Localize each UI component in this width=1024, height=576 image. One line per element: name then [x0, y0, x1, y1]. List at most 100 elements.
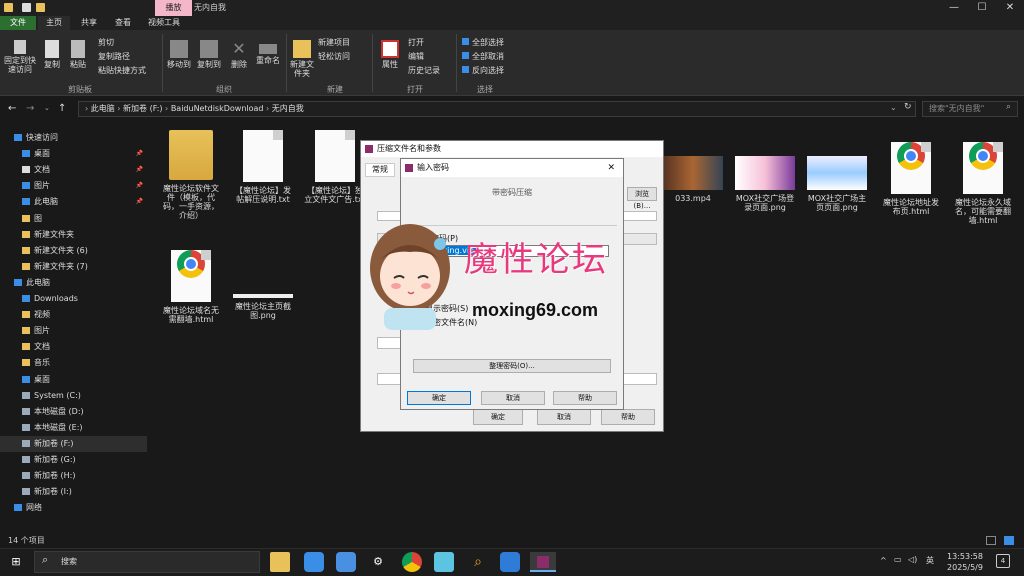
nav-item[interactable]: Downloads — [0, 291, 147, 307]
new-folder-icon[interactable] — [36, 3, 45, 12]
minimize-button[interactable]: — — [940, 0, 968, 16]
back-arrow-icon[interactable]: ← — [8, 103, 16, 114]
close-button[interactable]: ✕ — [996, 0, 1024, 16]
password-ok-button[interactable]: 确定 — [407, 391, 471, 405]
tab-general[interactable]: 常规 — [365, 163, 395, 177]
baidu-netdisk-icon[interactable] — [500, 552, 520, 572]
taskbar-search-box[interactable]: 搜索 — [34, 551, 260, 573]
edit-button[interactable]: 编辑 — [408, 52, 424, 61]
nav-item[interactable]: 图片 📌 — [0, 178, 147, 194]
nav-item[interactable]: 图 — [0, 211, 147, 227]
delete-button[interactable]: ✕ 删除 — [228, 40, 250, 70]
tray-volume-icon[interactable]: ◁) — [908, 555, 917, 564]
file-item[interactable]: 魔性论坛地址发布页.html — [880, 130, 942, 216]
file-item[interactable]: 魔性论坛主页截图.png — [232, 294, 294, 320]
tab-share[interactable]: 共享 — [74, 16, 104, 30]
password-help-button[interactable]: 帮助 — [553, 391, 617, 405]
breadcrumb-item[interactable]: 无内自我 — [272, 104, 304, 113]
forward-arrow-icon[interactable]: → — [26, 103, 34, 114]
chevron-down-icon[interactable]: ⌄ — [890, 103, 897, 112]
notification-center-button[interactable]: 4 — [996, 554, 1010, 568]
start-button[interactable]: ⊞ — [6, 552, 26, 572]
file-item[interactable]: 033.mp4 — [662, 156, 724, 203]
file-item[interactable]: MOX社交广场主页页面.png — [806, 156, 868, 212]
breadcrumb-item[interactable]: 此电脑 — [91, 104, 115, 113]
nav-item[interactable]: 新加卷 (F:) — [0, 435, 147, 452]
paste-shortcut-button[interactable]: 粘贴快捷方式 — [98, 66, 146, 75]
cut-button[interactable]: 剪切 — [98, 38, 114, 47]
chrome-icon[interactable] — [402, 552, 422, 572]
context-tab-play[interactable]: 播放 — [155, 0, 192, 16]
breadcrumb-item[interactable]: 新加卷 (F:) — [123, 104, 162, 113]
nav-item[interactable]: 桌面 📌 — [0, 146, 147, 162]
clock[interactable]: 13:53:58 2025/5/9 — [942, 551, 988, 573]
refresh-icon[interactable]: ↻ — [904, 102, 912, 112]
history-button[interactable]: 历史记录 — [408, 66, 440, 75]
archive-ok-button[interactable]: 确定 — [473, 409, 523, 425]
nav-item[interactable]: 本地磁盘 (D:) — [0, 404, 147, 420]
search-app-icon[interactable]: ⌕ — [468, 552, 488, 572]
search-input[interactable]: 搜索"无内自我" — [922, 101, 1018, 117]
winrar-taskbar-icon[interactable] — [530, 552, 556, 572]
new-item-button[interactable]: 新建项目 — [318, 38, 350, 47]
nav-item[interactable]: 新建文件夹 (6) — [0, 243, 147, 259]
rename-button[interactable]: 重命名 — [254, 40, 282, 65]
nav-item[interactable]: 网络 — [0, 500, 147, 516]
nav-item[interactable]: 此电脑 — [0, 275, 147, 291]
details-view-icon[interactable] — [986, 536, 996, 545]
nav-item[interactable]: System (C:) — [0, 388, 147, 404]
copy-to-button[interactable]: 复制到 — [196, 40, 222, 69]
nav-item[interactable]: 视频 — [0, 307, 147, 323]
nav-item[interactable]: 新建文件夹 — [0, 227, 147, 243]
select-none-button[interactable]: 全部取消 — [462, 52, 504, 61]
nav-item[interactable]: 此电脑 📌 — [0, 194, 147, 210]
breadcrumb-item[interactable]: BaiduNetdiskDownload — [171, 104, 264, 113]
nav-item[interactable]: 本地磁盘 (E:) — [0, 420, 147, 436]
file-item[interactable]: 【魔性论坛】独立文件文广告.txt — [304, 130, 366, 204]
app-cyan-icon[interactable] — [434, 552, 454, 572]
easy-access-button[interactable]: 轻松访问 — [318, 52, 350, 61]
copy-path-button[interactable]: 复制路径 — [98, 52, 130, 61]
browse-button[interactable]: 浏览(B)... — [627, 187, 657, 210]
file-item[interactable]: 魔性论坛软件文件（模板，代码，一手资源，介绍） — [160, 130, 222, 220]
up-arrow-icon[interactable]: ↑ — [58, 103, 66, 114]
settings-gear-icon[interactable]: ⚙ — [368, 552, 388, 572]
nav-item[interactable]: 新加卷 (G:) — [0, 452, 147, 468]
nav-item[interactable]: 新建文件夹 (7) — [0, 259, 147, 275]
tab-home[interactable]: 主页 — [38, 16, 70, 30]
app-blue-icon[interactable] — [304, 552, 324, 572]
select-all-button[interactable]: 全部选择 — [462, 38, 504, 47]
nav-item[interactable]: 图片 — [0, 323, 147, 339]
file-item[interactable]: MOX社交广场登录页面.png — [734, 156, 796, 212]
organize-passwords-button[interactable]: 整理密码(O)... — [413, 359, 611, 373]
file-item[interactable]: 【魔性论坛】发帖解压说明.txt — [232, 130, 294, 204]
password-cancel-button[interactable]: 取消 — [481, 391, 545, 405]
app-bird-icon[interactable] — [336, 552, 356, 572]
large-icons-view-icon[interactable] — [1004, 536, 1014, 545]
move-to-button[interactable]: 移动到 — [166, 40, 192, 69]
tray-network-icon[interactable]: ▭ — [894, 555, 902, 564]
open-button[interactable]: 打开 — [408, 38, 424, 47]
archive-cancel-button[interactable]: 取消 — [537, 409, 591, 425]
nav-item[interactable]: 新加卷 (I:) — [0, 484, 147, 500]
new-folder-button[interactable]: 新建文件夹 — [288, 40, 316, 78]
pin-quick-access-button[interactable]: 固定到快速访问 — [2, 40, 38, 74]
nav-item[interactable]: 文档 — [0, 339, 147, 355]
archive-help-button[interactable]: 帮助 — [601, 409, 655, 425]
properties-button[interactable]: 属性 — [376, 40, 404, 69]
nav-item[interactable]: 音乐 — [0, 355, 147, 371]
paste-button[interactable]: 粘贴 — [66, 40, 90, 69]
nav-item[interactable]: 新加卷 (H:) — [0, 468, 147, 484]
tray-chevron-icon[interactable]: ^ — [880, 556, 887, 565]
tab-file[interactable]: 文件 — [0, 16, 36, 30]
invert-selection-button[interactable]: 反向选择 — [462, 66, 504, 75]
nav-item[interactable]: 文档 📌 — [0, 162, 147, 178]
address-bar[interactable]: › 此电脑 › 新加卷 (F:) › BaiduNetdiskDownload … — [78, 101, 916, 117]
file-item[interactable]: 魔性论坛永久域名，可能需要翻墙.html — [952, 130, 1014, 225]
tab-video-tools[interactable]: 视频工具 — [142, 16, 186, 30]
copy-button[interactable]: 复制 — [40, 40, 64, 69]
input-language[interactable]: 英 — [926, 555, 934, 566]
maximize-button[interactable]: ☐ — [968, 0, 996, 16]
nav-item[interactable]: 桌面 — [0, 372, 147, 388]
nav-item[interactable]: 快速访问 — [0, 130, 147, 146]
